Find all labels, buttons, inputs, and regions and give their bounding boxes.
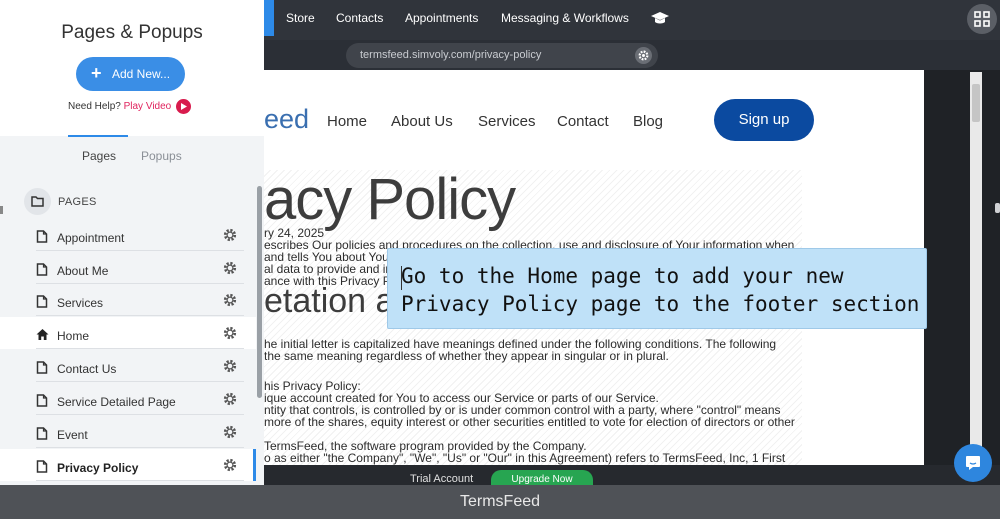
page-name: Appointment bbox=[57, 231, 125, 245]
play-icon[interactable] bbox=[176, 99, 191, 114]
add-new-label: Add New... bbox=[112, 67, 171, 81]
grid-icon bbox=[974, 11, 990, 27]
nav-store[interactable]: Store bbox=[286, 11, 315, 25]
tab-pages[interactable]: Pages bbox=[82, 149, 116, 163]
page-name: Event bbox=[57, 428, 88, 442]
panel-scrollbar[interactable] bbox=[257, 186, 262, 398]
body-line: the same meaning regardless of whether t… bbox=[264, 349, 669, 363]
caption-text: TermsFeed bbox=[459, 493, 541, 510]
site-nav-services[interactable]: Services bbox=[478, 113, 536, 130]
gear-icon[interactable] bbox=[223, 458, 237, 472]
pages-popups-panel: Pages & Popups + Add New... Need Help? P… bbox=[0, 0, 264, 485]
right-edge-handle[interactable] bbox=[995, 203, 1000, 213]
page-url: termsfeed.simvoly.com/privacy-policy bbox=[360, 49, 542, 61]
play-video-link[interactable]: Play Video bbox=[124, 101, 172, 112]
home-icon bbox=[36, 328, 49, 341]
apps-grid-button[interactable] bbox=[967, 4, 997, 34]
chat-icon bbox=[966, 456, 980, 470]
video-caption-bar: TermsFeed bbox=[0, 485, 1000, 519]
page-icon bbox=[36, 394, 48, 407]
gear-icon[interactable] bbox=[223, 228, 237, 242]
page-icon bbox=[36, 230, 48, 243]
active-row-bar bbox=[253, 449, 256, 481]
page-list-item[interactable]: Services bbox=[36, 285, 244, 316]
graduation-cap-icon[interactable] bbox=[650, 8, 670, 28]
page-list-item[interactable]: Privacy Policy bbox=[36, 450, 244, 481]
page-name: Home bbox=[57, 329, 90, 343]
page-icon bbox=[36, 361, 48, 374]
trial-account-label: Trial Account bbox=[410, 473, 474, 485]
folder-icon bbox=[31, 196, 44, 207]
site-nav-blog[interactable]: Blog bbox=[633, 113, 663, 130]
editor-bottom-bar bbox=[264, 465, 1000, 485]
tutorial-callout: Go to the Home page to add your new Priv… bbox=[387, 248, 927, 329]
canvas-scrollbar[interactable] bbox=[970, 72, 982, 464]
tab-popups[interactable]: Popups bbox=[141, 149, 182, 163]
nav-contacts[interactable]: Contacts bbox=[336, 11, 383, 25]
callout-text: Go to the Home page to add your new Priv… bbox=[401, 262, 919, 318]
page-name: Contact Us bbox=[57, 362, 117, 376]
interpretation-heading[interactable]: etation ar bbox=[264, 282, 406, 321]
url-bar[interactable]: termsfeed.simvoly.com/privacy-policy bbox=[346, 43, 658, 68]
page-icon bbox=[36, 263, 48, 276]
gear-icon[interactable] bbox=[223, 326, 237, 340]
page-list-item[interactable]: Event bbox=[36, 417, 244, 448]
gear-icon[interactable] bbox=[223, 359, 237, 373]
page-list-item[interactable]: Contact Us bbox=[36, 351, 244, 382]
canvas-scroll-thumb[interactable] bbox=[972, 84, 980, 122]
signup-button[interactable]: Sign up bbox=[714, 99, 814, 141]
page-icon bbox=[36, 295, 48, 308]
body-line: more of the shares, equity interest or o… bbox=[264, 415, 795, 429]
pages-section-label: PAGES bbox=[58, 196, 97, 208]
page-list-item[interactable]: Home bbox=[36, 318, 244, 349]
site-logo-text[interactable]: eed bbox=[264, 104, 309, 135]
nav-messaging-workflows[interactable]: Messaging & Workflows bbox=[501, 11, 629, 25]
chat-button[interactable] bbox=[954, 444, 992, 482]
body-line: o as either "the Company", "We", "Us" or… bbox=[264, 451, 786, 465]
help-text: Need Help? Play Video bbox=[68, 101, 171, 112]
site-nav-about-us[interactable]: About Us bbox=[391, 113, 453, 130]
folder-button[interactable] bbox=[24, 188, 51, 215]
page-icon bbox=[36, 427, 48, 440]
callout-line-2: Privacy Policy page to the footer sectio… bbox=[401, 292, 920, 316]
gear-icon[interactable] bbox=[223, 293, 237, 307]
page-list-item[interactable]: Appointment bbox=[36, 220, 244, 251]
panel-title: Pages & Popups bbox=[61, 22, 203, 43]
page-name: Service Detailed Page bbox=[57, 395, 176, 409]
panel-edge-handle[interactable] bbox=[0, 206, 3, 214]
site-nav-contact[interactable]: Contact bbox=[557, 113, 609, 130]
page-name: Privacy Policy bbox=[57, 461, 139, 475]
url-settings-button[interactable] bbox=[635, 47, 652, 64]
privacy-policy-heading[interactable]: acy Policy bbox=[264, 166, 516, 233]
page-list-item[interactable]: About Me bbox=[36, 253, 244, 284]
callout-line-1: Go to the Home page to add your new bbox=[401, 264, 844, 288]
page-icon bbox=[36, 460, 48, 473]
active-tab-indicator bbox=[68, 135, 128, 137]
gear-icon bbox=[638, 50, 649, 61]
gear-icon[interactable] bbox=[223, 261, 237, 275]
page-name: Services bbox=[57, 296, 104, 310]
help-prefix: Need Help? bbox=[68, 101, 121, 112]
page-name: About Me bbox=[57, 264, 109, 278]
gear-icon[interactable] bbox=[223, 425, 237, 439]
site-nav-home[interactable]: Home bbox=[327, 113, 367, 130]
nav-appointments[interactable]: Appointments bbox=[405, 11, 478, 25]
plus-icon: + bbox=[91, 63, 102, 83]
gear-icon[interactable] bbox=[223, 392, 237, 406]
add-new-button[interactable]: + Add New... bbox=[76, 57, 185, 91]
page-list-item[interactable]: Service Detailed Page bbox=[36, 384, 244, 415]
